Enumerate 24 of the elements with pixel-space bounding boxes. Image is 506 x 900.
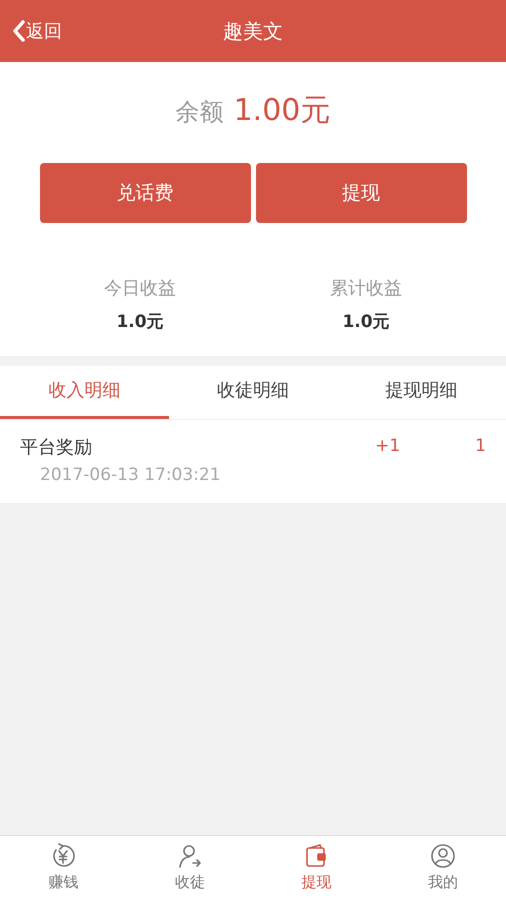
record-change: +1 xyxy=(375,434,402,458)
user-circle-icon xyxy=(430,842,456,869)
yen-refresh-icon xyxy=(50,842,76,869)
back-icon xyxy=(12,19,26,43)
back-button[interactable]: 返回 xyxy=(12,18,62,44)
user-arrow-icon xyxy=(176,842,203,869)
record-title: 平台奖励 xyxy=(20,436,93,460)
stat-value: 1.0元 xyxy=(116,311,164,334)
nav-item[interactable]: 赚钱 xyxy=(0,836,126,900)
balance-amount: 1.00元 xyxy=(234,92,330,130)
action-button[interactable]: 提现 xyxy=(256,163,466,223)
stat-label: 今日收益 xyxy=(104,277,176,301)
stat-label: 累计收益 xyxy=(330,277,402,301)
page-title: 趣美文 xyxy=(223,18,283,45)
nav-item[interactable]: 我的 xyxy=(380,836,506,900)
record-total: 1 xyxy=(475,434,486,458)
tab[interactable]: 收徒明细 xyxy=(168,366,338,418)
action-button[interactable]: 兑话费 xyxy=(40,163,250,223)
nav-item[interactable]: 提现 xyxy=(253,836,380,900)
record-time: 2017-06-13 17:03:21 xyxy=(39,464,222,486)
nav-item[interactable]: 收徒 xyxy=(126,836,253,900)
balance-label: 余额 xyxy=(176,97,224,128)
stat-value: 1.0元 xyxy=(342,311,390,334)
tab[interactable]: 提现明细 xyxy=(337,366,506,418)
